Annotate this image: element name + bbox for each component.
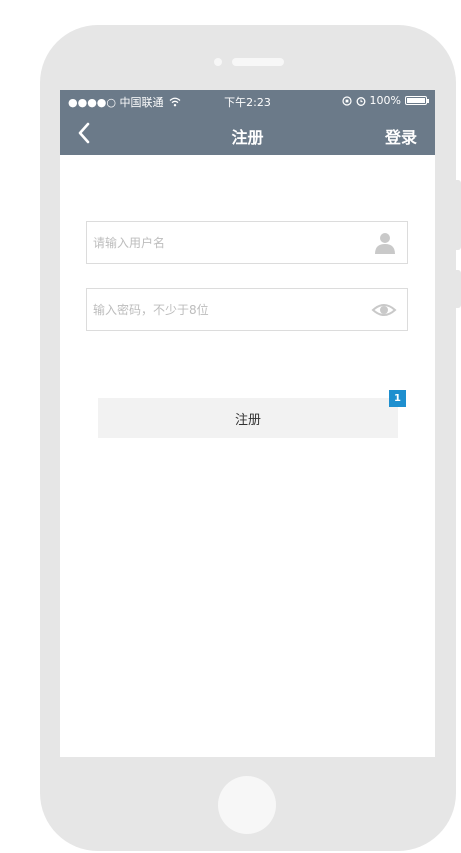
notification-badge: 1 [389,390,406,407]
header-bar: ●●●●○ 中国联通 下午2:23 100% 注册 登录 [60,90,435,155]
status-bar: ●●●●○ 中国联通 下午2:23 100% [60,90,435,112]
alarm-icon [356,96,365,106]
login-link[interactable]: 登录 [385,124,417,148]
power-button [456,270,461,308]
front-camera [214,58,222,66]
page-title: 注册 [231,128,264,147]
nav-bar: 注册 登录 [60,112,435,155]
status-right: 100% [341,94,429,107]
username-field [86,221,408,264]
orientation-lock-icon [341,95,352,106]
username-input[interactable] [93,222,363,263]
password-input[interactable] [93,289,363,330]
password-field [86,288,408,331]
battery-icon [405,96,429,105]
eye-icon[interactable] [371,298,397,322]
app-screen: ●●●●○ 中国联通 下午2:23 100% 注册 登录 请输入用户名 注册 1 [60,90,435,757]
register-button[interactable]: 注册 [98,398,398,438]
earpiece-speaker [232,58,284,66]
user-icon [375,233,395,254]
volume-button [456,180,461,250]
battery-percent: 100% [369,94,401,107]
home-button [218,776,276,834]
